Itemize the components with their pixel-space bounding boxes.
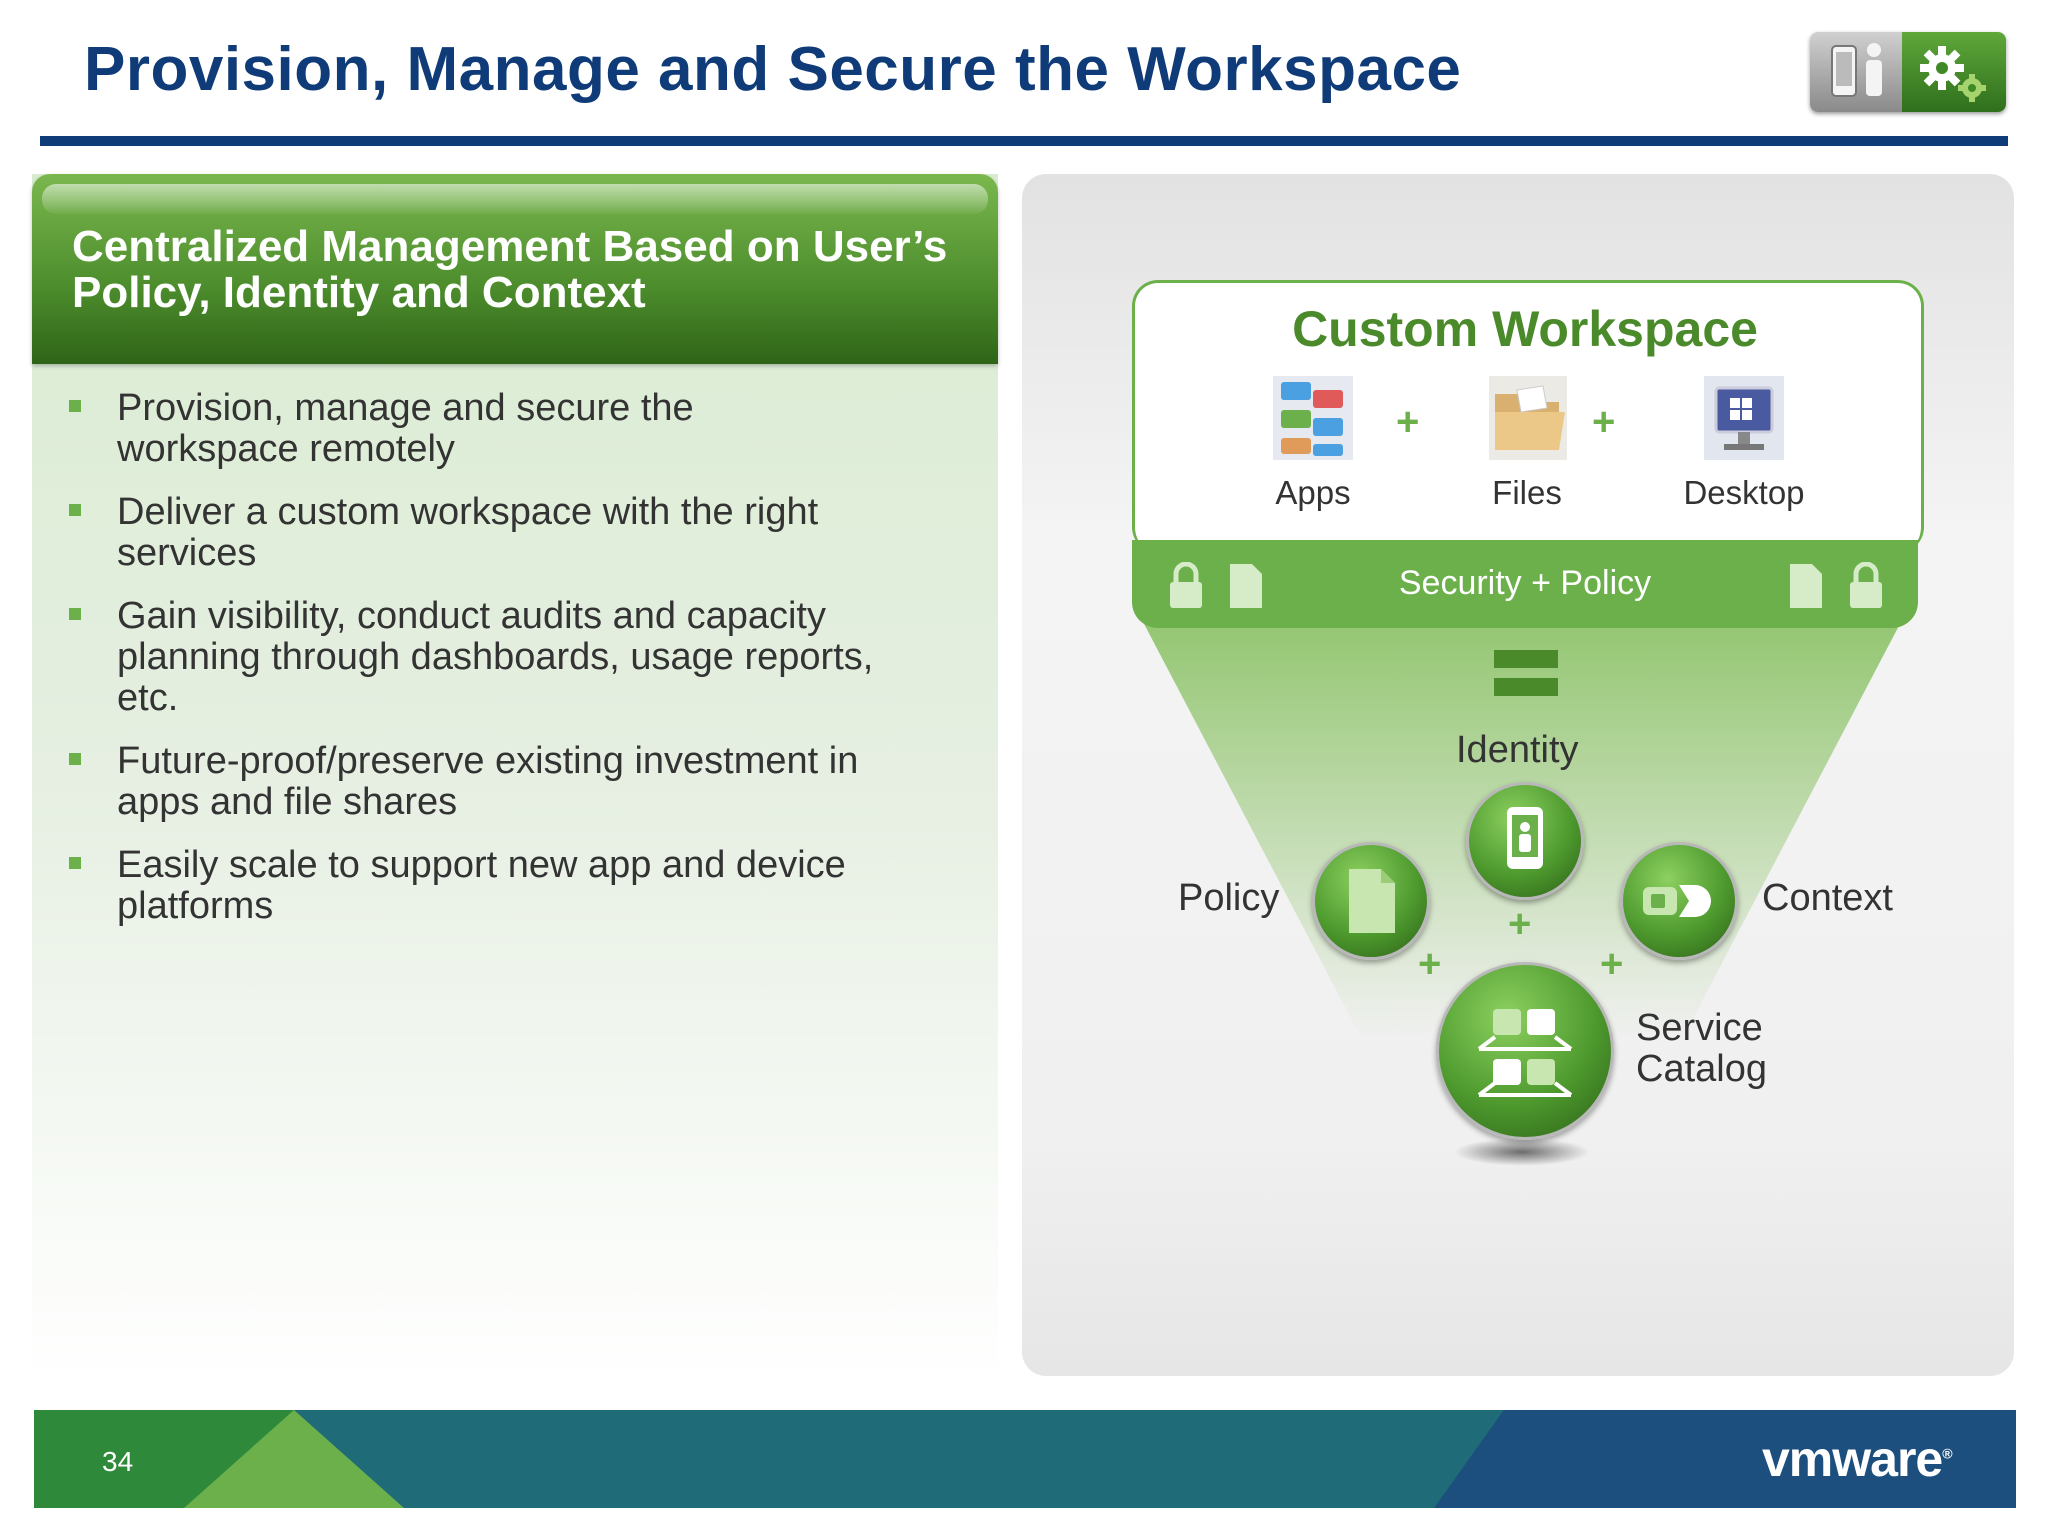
plus-sign: + xyxy=(1508,902,1532,946)
catalog-shelf-icon xyxy=(1477,1009,1573,1097)
bullet-square-icon xyxy=(69,857,81,869)
identity-node xyxy=(1466,782,1584,900)
files-label: Files xyxy=(1492,474,1562,511)
bullet-item: Gain visibility, conduct audits and capa… xyxy=(32,596,877,719)
mobile-identity-icon xyxy=(1507,807,1543,869)
apps-label: Apps xyxy=(1275,474,1351,511)
title-rule xyxy=(40,136,2008,146)
device-settings-icon xyxy=(1810,32,2006,112)
plus-sign: + xyxy=(1592,400,1616,444)
bullet-square-icon xyxy=(69,608,81,620)
bullet-square-icon xyxy=(69,504,81,516)
left-panel: Centralized Management Based on User’s P… xyxy=(32,174,998,1384)
footer-bar: 34 vmware® xyxy=(34,1410,2016,1508)
service-catalog-node xyxy=(1436,962,1614,1140)
desktop-label: Desktop xyxy=(1683,474,1805,511)
bullet-item: Deliver a custom workspace with the righ… xyxy=(32,492,877,574)
context-node xyxy=(1620,842,1738,960)
custom-workspace-title: Custom Workspace xyxy=(1292,301,1758,357)
slide-title: Provision, Manage and Secure the Workspa… xyxy=(84,35,1462,104)
bullet-square-icon xyxy=(69,753,81,765)
left-panel-heading: Centralized Management Based on User’s P… xyxy=(72,222,948,317)
bullet-item: Provision, manage and secure the workspa… xyxy=(32,388,877,470)
bullet-square-icon xyxy=(69,400,81,412)
context-toggle-icon xyxy=(1643,885,1711,917)
folder-icon xyxy=(1477,368,1577,468)
context-label: Context xyxy=(1762,877,1893,919)
policy-label: Policy xyxy=(1178,877,1280,919)
bullet-item: Easily scale to support new app and devi… xyxy=(32,845,877,927)
policy-node xyxy=(1312,842,1430,960)
plus-sign: + xyxy=(1396,400,1420,444)
plus-sign: + xyxy=(1418,942,1442,986)
bullet-list: Provision, manage and secure the workspa… xyxy=(32,388,998,949)
hub-shadow xyxy=(1454,1138,1590,1166)
apps-icon xyxy=(1263,368,1363,468)
workspace-item-files: Files xyxy=(1462,368,1592,512)
desktop-icon xyxy=(1694,368,1794,468)
security-policy-bar: Security + Policy xyxy=(1132,540,1918,628)
workspace-item-desktop: Desktop xyxy=(1674,368,1814,512)
identity-label: Identity xyxy=(1456,729,1579,771)
left-panel-header: Centralized Management Based on User’s P… xyxy=(32,174,998,364)
bullet-item: Future-proof/preserve existing investmen… xyxy=(32,741,877,823)
workspace-item-apps: Apps xyxy=(1248,368,1378,512)
equals-icon xyxy=(1494,650,1558,698)
vmware-logo: vmware® xyxy=(1762,1431,1953,1487)
service-catalog-label: Service Catalog xyxy=(1636,1007,1767,1090)
document-lock-icon xyxy=(1790,562,1882,608)
document-icon xyxy=(1349,869,1395,933)
page-number: 34 xyxy=(102,1446,134,1477)
